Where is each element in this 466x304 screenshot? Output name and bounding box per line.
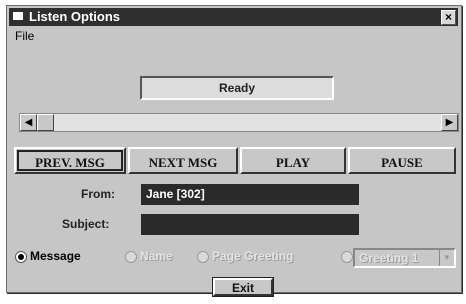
- scroll-left-icon[interactable]: ◀: [20, 114, 37, 131]
- listen-options-window: Listen Options × File Ready ◀ ▶ PREV. MS…: [6, 5, 462, 297]
- window-icon[interactable]: [13, 12, 23, 20]
- subject-label: Subject:: [62, 217, 110, 231]
- prev-msg-button[interactable]: PREV. MSG: [14, 147, 126, 174]
- chevron-down-icon[interactable]: ▼: [439, 250, 454, 266]
- status-display: Ready: [140, 76, 334, 100]
- play-button[interactable]: PLAY: [240, 147, 346, 174]
- radio-page-greeting-label: Page Greeting: [212, 249, 294, 263]
- scroll-thumb[interactable]: [37, 114, 54, 131]
- radio-message-label: Message: [30, 249, 81, 263]
- radio-icon[interactable]: [341, 251, 353, 263]
- from-label: From:: [81, 187, 115, 201]
- radio-icon[interactable]: [125, 251, 137, 263]
- greeting-select-value: Greeting 1: [359, 251, 419, 265]
- menu-bar: File: [9, 28, 458, 44]
- scroll-right-icon[interactable]: ▶: [441, 114, 458, 131]
- from-field[interactable]: Jane [302]: [141, 184, 359, 205]
- title-bar: Listen Options ×: [9, 8, 458, 26]
- radio-name-label: Name: [140, 249, 173, 263]
- radio-icon[interactable]: [197, 251, 209, 263]
- menu-file[interactable]: File: [15, 29, 34, 43]
- subject-field[interactable]: [141, 214, 359, 235]
- exit-button[interactable]: Exit: [212, 277, 274, 297]
- greeting-select[interactable]: Greeting 1 ▼: [353, 248, 456, 268]
- radio-selected-icon[interactable]: [15, 251, 27, 263]
- window-title: Listen Options: [29, 9, 120, 24]
- next-msg-button[interactable]: NEXT MSG: [128, 147, 238, 174]
- playback-scrollbar[interactable]: ◀ ▶: [19, 113, 459, 132]
- pause-button[interactable]: PAUSE: [348, 147, 456, 174]
- close-icon[interactable]: ×: [441, 10, 456, 25]
